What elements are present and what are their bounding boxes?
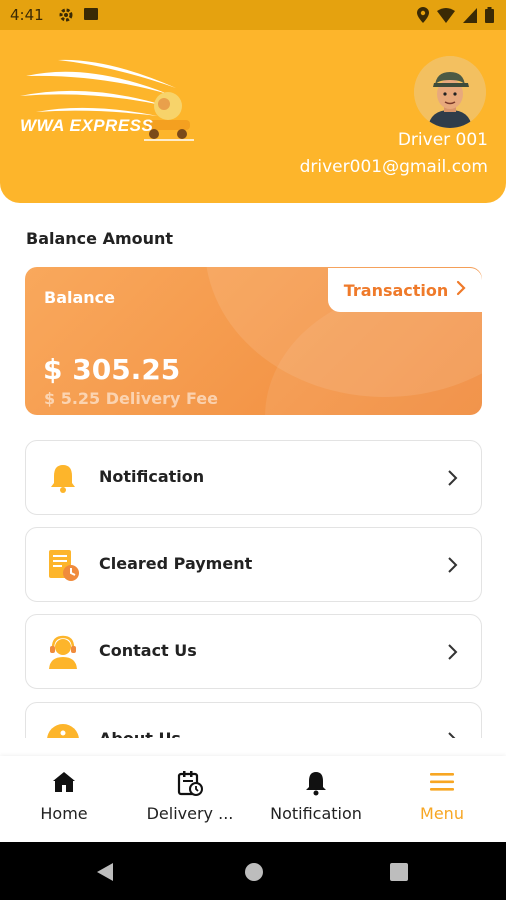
- avatar[interactable]: [414, 56, 486, 128]
- balance-section-title: Balance Amount: [26, 229, 174, 248]
- nav-home[interactable]: Home: [1, 756, 127, 842]
- menu-item-label: About Us: [99, 729, 181, 738]
- delivery-fee: $ 5.25 Delivery Fee: [44, 389, 219, 408]
- delivery-schedule-icon: [177, 770, 203, 800]
- bell-icon: [46, 461, 80, 495]
- nav-menu[interactable]: Menu: [379, 756, 505, 842]
- balance-amount: $ 305.25: [43, 353, 181, 386]
- menu-item-label: Cleared Payment: [99, 554, 253, 573]
- wifi-icon: [437, 7, 455, 23]
- menu-item-notification[interactable]: Notification: [25, 440, 482, 515]
- location-icon: [417, 7, 429, 23]
- chevron-right-icon: [456, 280, 466, 300]
- storage-icon: [84, 7, 98, 23]
- profile-header: WWA EXPRESS Driver 001 driver001@gmail.c…: [0, 30, 506, 203]
- nav-label: Home: [40, 804, 88, 823]
- driver-name: Driver 001: [397, 130, 488, 150]
- system-nav-bar: [0, 842, 506, 900]
- menu-item-cleared-payment[interactable]: Cleared Payment: [25, 527, 482, 602]
- transaction-label: Transaction: [343, 280, 449, 300]
- settings-icon: [58, 7, 74, 23]
- nav-notification[interactable]: Notification: [253, 756, 379, 842]
- menu-item-contact-us[interactable]: Contact Us: [25, 614, 482, 689]
- chevron-right-icon: [447, 556, 459, 578]
- back-icon[interactable]: [96, 862, 114, 886]
- bell-icon: [304, 770, 328, 800]
- balance-label: Balance: [44, 288, 115, 307]
- transaction-button[interactable]: Transaction: [328, 268, 482, 312]
- menu-item-about-us[interactable]: About Us: [25, 702, 482, 738]
- driver-email: driver001@gmail.com: [299, 157, 488, 177]
- home-button-icon[interactable]: [244, 862, 264, 886]
- nav-label: Delivery ...: [146, 804, 234, 823]
- nav-label: Notification: [270, 804, 362, 823]
- brand-logo: WWA EXPRESS: [18, 54, 198, 146]
- info-icon: [46, 723, 80, 738]
- menu-icon: [429, 770, 455, 798]
- nav-label: Menu: [420, 804, 464, 823]
- status-time: 4:41: [10, 6, 44, 24]
- nav-delivery[interactable]: Delivery ...: [127, 756, 253, 842]
- menu-item-label: Contact Us: [99, 641, 197, 660]
- home-icon: [52, 770, 76, 798]
- bottom-nav: Home Delivery ... Notification Menu: [0, 756, 506, 842]
- chevron-right-icon: [447, 469, 459, 491]
- menu-item-label: Notification: [99, 467, 205, 486]
- chevron-right-icon: [447, 731, 459, 738]
- support-agent-icon: [46, 635, 80, 669]
- battery-icon: [485, 7, 494, 23]
- status-bar: 4:41: [0, 0, 506, 30]
- logo-text: WWA EXPRESS: [20, 116, 154, 135]
- chevron-right-icon: [447, 643, 459, 665]
- signal-icon: [463, 7, 477, 23]
- recents-icon[interactable]: [390, 863, 408, 885]
- receipt-icon: [46, 548, 80, 582]
